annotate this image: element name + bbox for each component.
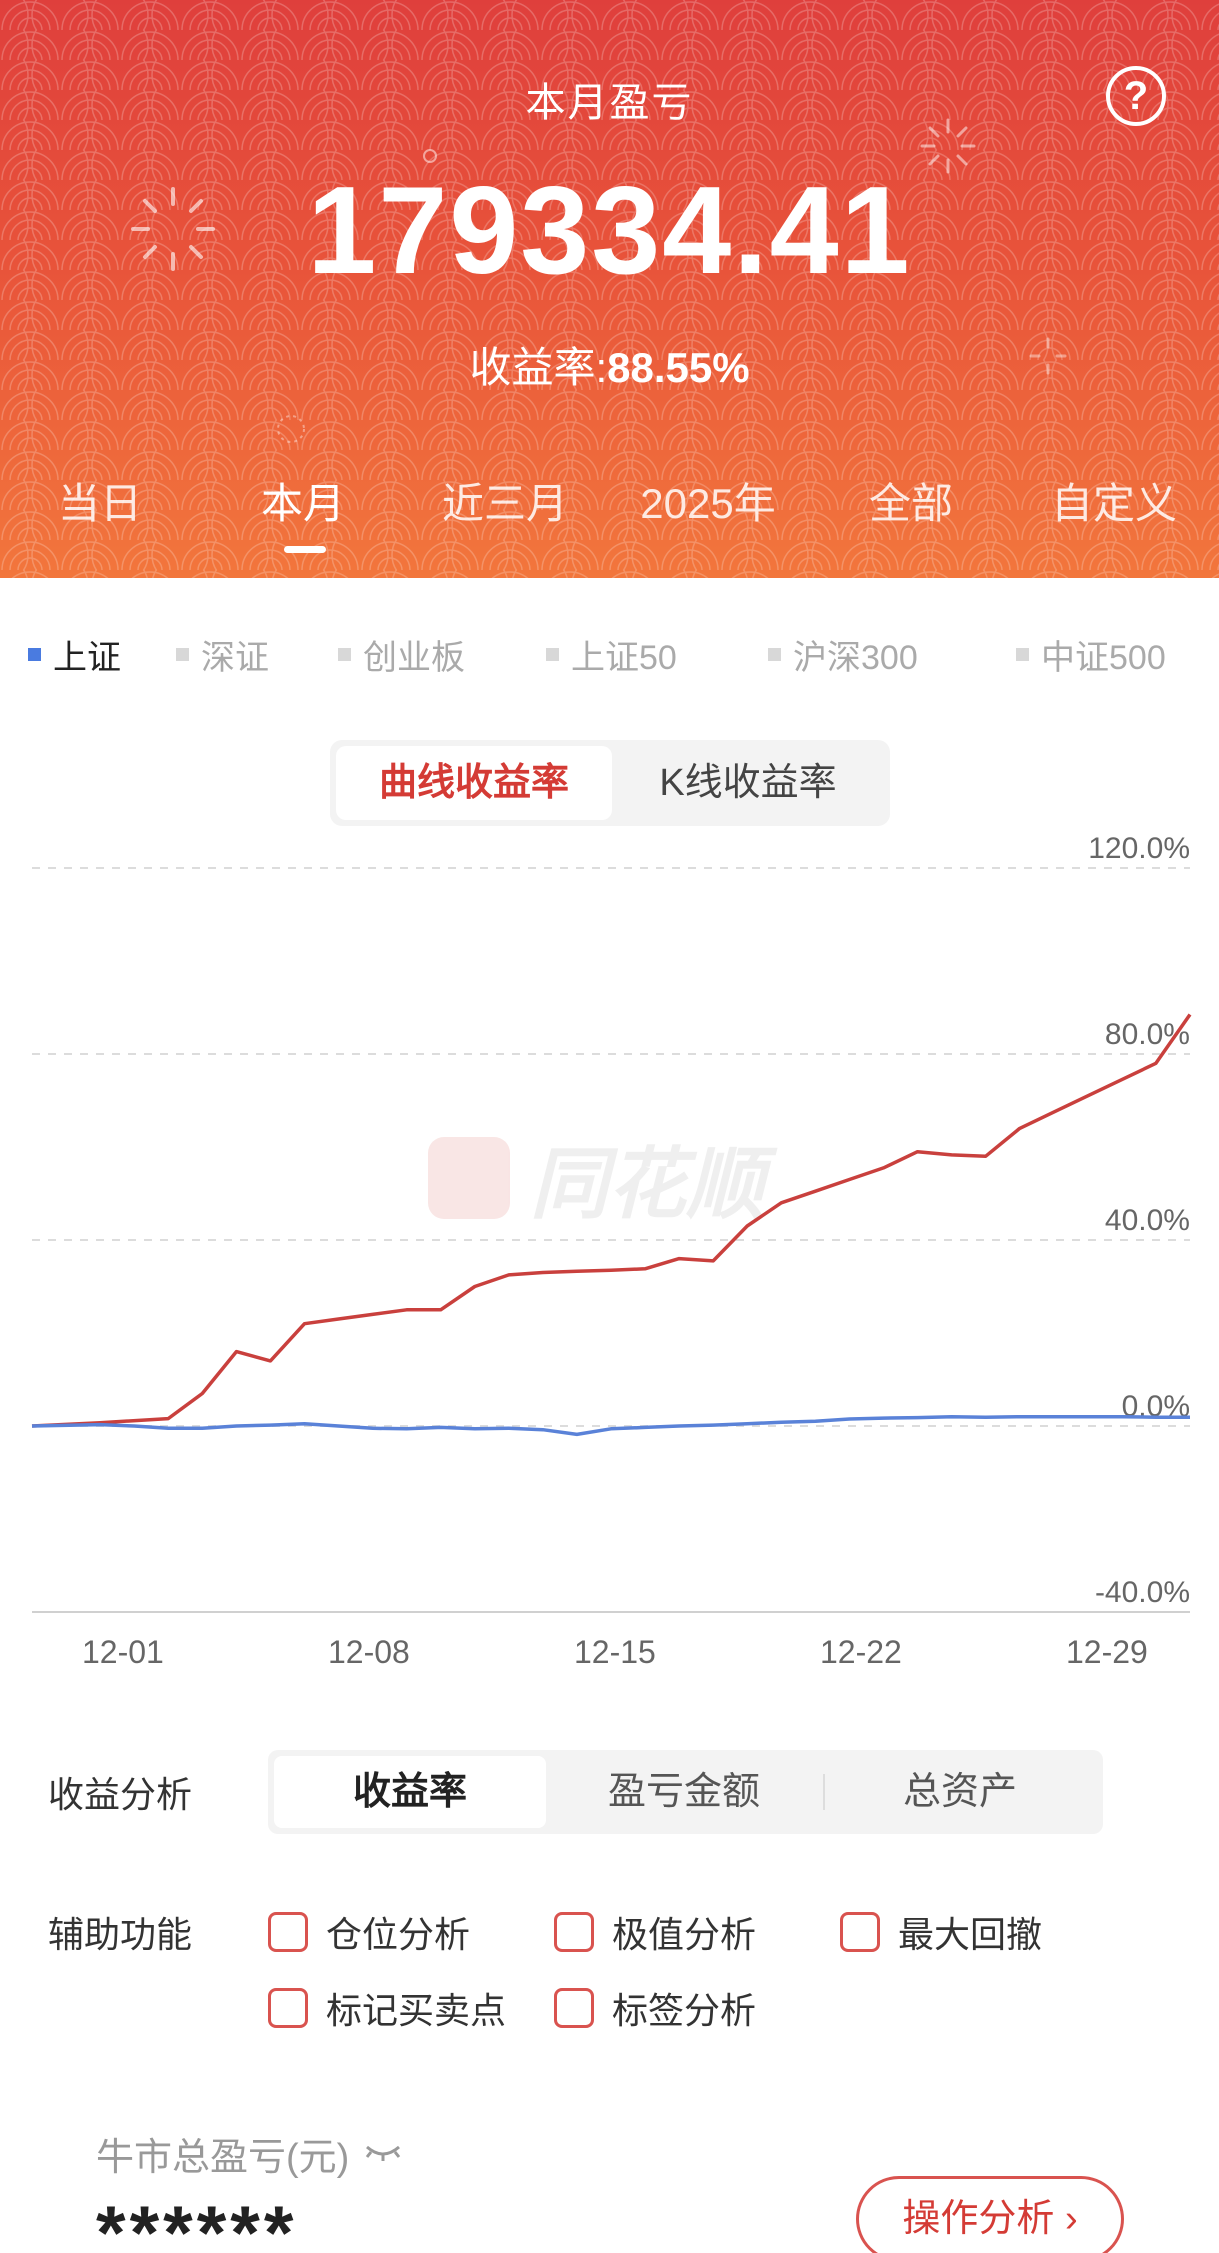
x-tick-label: 12-15 bbox=[574, 1634, 656, 1670]
legend-csi500[interactable]: 中证500 bbox=[1016, 630, 1166, 679]
checkbox-icon bbox=[554, 1912, 594, 1952]
chart-mode-switch: 曲线收益率 K线收益率 bbox=[330, 740, 890, 826]
tag-analysis-checkbox[interactable]: 标签分析 bbox=[554, 1982, 756, 2034]
profit-header: 本月盈亏 ? 179334.41 收益率:88.55% 当日 本月 近三月 20… bbox=[0, 0, 1219, 578]
tab-all[interactable]: 全部 bbox=[821, 470, 1001, 531]
bull-profit-label-text: 牛市总盈亏(元) bbox=[96, 2137, 350, 2179]
mark-trade-points-checkbox[interactable]: 标记买卖点 bbox=[268, 1982, 506, 2034]
analysis-profit-amount-button[interactable]: 盈亏金额 bbox=[548, 1756, 820, 1828]
position-analysis-checkbox[interactable]: 仓位分析 bbox=[268, 1906, 470, 1958]
return-rate: 收益率:88.55% bbox=[0, 334, 1219, 395]
tab-year-2025[interactable]: 2025年 bbox=[618, 470, 798, 531]
checkbox-label: 标记买卖点 bbox=[326, 1990, 507, 2031]
analysis-total-assets-button[interactable]: 总资产 bbox=[824, 1756, 1096, 1828]
x-tick-label: 12-08 bbox=[328, 1634, 410, 1670]
y-tick-label: 40.0% bbox=[1105, 1204, 1190, 1237]
checkbox-icon bbox=[554, 1988, 594, 2028]
legend-chinext[interactable]: 创业板 bbox=[338, 630, 465, 679]
legend-marker-icon bbox=[1016, 648, 1029, 661]
extreme-analysis-checkbox[interactable]: 极值分析 bbox=[554, 1906, 756, 1958]
legend-label: 创业板 bbox=[363, 639, 465, 677]
legend-shenzhen[interactable]: 深证 bbox=[176, 630, 269, 679]
legend-marker-icon bbox=[546, 648, 559, 661]
legend-marker-icon bbox=[28, 648, 41, 661]
legend-label: 中证500 bbox=[1041, 639, 1166, 677]
checkbox-label: 最大回撤 bbox=[898, 1914, 1043, 1955]
max-drawdown-checkbox[interactable]: 最大回撤 bbox=[840, 1906, 1042, 1958]
checkbox-icon bbox=[840, 1912, 880, 1952]
firework-decoration bbox=[277, 415, 305, 443]
legend-sse50[interactable]: 上证50 bbox=[546, 630, 677, 679]
kline-return-button[interactable]: K线收益率 bbox=[612, 746, 884, 820]
legend-marker-icon bbox=[176, 648, 189, 661]
active-tab-indicator bbox=[284, 546, 326, 553]
analysis-return-rate-button[interactable]: 收益率 bbox=[274, 1756, 546, 1828]
analysis-label: 收益分析 bbox=[48, 1774, 193, 1815]
page-title: 本月盈亏 bbox=[525, 81, 694, 125]
checkbox-icon bbox=[268, 1912, 308, 1952]
y-tick-label: -40.0% bbox=[1095, 1576, 1190, 1609]
y-tick-label: 120.0% bbox=[1088, 832, 1190, 865]
tab-today[interactable]: 当日 bbox=[10, 470, 190, 531]
analysis-switch: 收益率 盈亏金额 总资产 bbox=[268, 1750, 1103, 1834]
x-tick-label: 12-29 bbox=[1066, 1634, 1148, 1670]
return-rate-label: 收益率: bbox=[469, 344, 608, 391]
curve-return-button[interactable]: 曲线收益率 bbox=[336, 746, 612, 820]
return-chart[interactable]: 120.0%80.0%40.0%0.0%-40.0% bbox=[0, 830, 1219, 1680]
hide-eye-icon[interactable] bbox=[363, 2137, 403, 2171]
operation-analysis-button[interactable]: 操作分析 › bbox=[856, 2176, 1124, 2253]
x-tick-label: 12-22 bbox=[820, 1634, 902, 1670]
x-tick-label: 12-01 bbox=[82, 1634, 164, 1670]
tab-this-month[interactable]: 本月 bbox=[213, 470, 393, 531]
legend-label: 深证 bbox=[201, 639, 269, 677]
bull-profit-value-hidden: ****** bbox=[96, 2191, 298, 2253]
legend-marker-icon bbox=[338, 648, 351, 661]
return-rate-value: 88.55% bbox=[607, 344, 750, 391]
monthly-profit-amount: 179334.41 bbox=[307, 162, 912, 300]
checkbox-label: 仓位分析 bbox=[326, 1914, 471, 1955]
portfolio-return-line bbox=[31, 1013, 1192, 1428]
legend-csi300[interactable]: 沪深300 bbox=[768, 630, 918, 679]
legend-shanghai[interactable]: 上证 bbox=[28, 630, 121, 679]
legend-label: 上证50 bbox=[571, 639, 677, 677]
legend-marker-icon bbox=[768, 648, 781, 661]
aux-label: 辅助功能 bbox=[48, 1914, 193, 1955]
index-legend: 上证 深证 创业板 上证50 沪深300 中证500 bbox=[0, 630, 1219, 680]
tab-custom[interactable]: 自定义 bbox=[1024, 470, 1204, 531]
period-tabs: 当日 本月 近三月 2025年 全部 自定义 bbox=[0, 470, 1219, 550]
legend-label: 上证 bbox=[53, 639, 121, 677]
checkbox-icon bbox=[268, 1988, 308, 2028]
bull-market-profit-label: 牛市总盈亏(元) bbox=[96, 2126, 403, 2181]
legend-label: 沪深300 bbox=[793, 639, 918, 677]
checkbox-label: 极值分析 bbox=[612, 1914, 757, 1955]
checkbox-label: 标签分析 bbox=[612, 1990, 757, 2031]
help-icon[interactable]: ? bbox=[1106, 66, 1166, 126]
tab-three-months[interactable]: 近三月 bbox=[415, 470, 595, 531]
